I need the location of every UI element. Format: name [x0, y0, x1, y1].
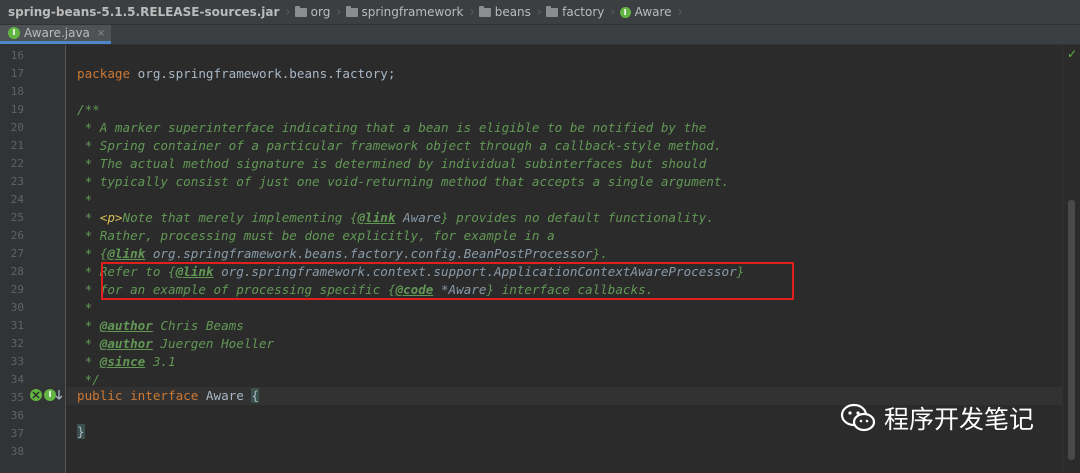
matched-brace: { [251, 388, 260, 403]
breadcrumb-beans[interactable]: beans [478, 0, 531, 24]
implemented-marker-icon[interactable] [29, 388, 43, 402]
breadcrumb-aware-label: Aware [634, 5, 672, 19]
line-number: 30 [10, 301, 24, 314]
breadcrumb-separator-icon: › [610, 4, 616, 20]
matched-brace: } [77, 424, 85, 439]
breadcrumb-jar[interactable]: spring-beans-5.1.5.RELEASE-sources.jar [0, 0, 279, 24]
breadcrumb-separator-icon: › [677, 4, 683, 20]
code-line-32: * @author Juergen Hoeller [77, 336, 275, 351]
interface-icon: I [8, 27, 20, 39]
line-number: 25 [10, 211, 24, 224]
breadcrumb-factory[interactable]: factory [546, 0, 604, 24]
breadcrumb-bar: spring-beans-5.1.5.RELEASE-sources.jar ›… [0, 0, 1080, 25]
code-line-30: * [77, 300, 93, 315]
line-number: 20 [10, 121, 24, 134]
line-number: 22 [10, 157, 24, 170]
close-icon[interactable]: × [97, 28, 105, 39]
line-number: 23 [10, 175, 24, 188]
editor-tab-bar: I Aware.java × [0, 25, 1080, 45]
line-number: 19 [10, 103, 24, 116]
line-number-gutter: 16 17 18 19 20 21 22 23 24 25 26 27 28 2… [0, 45, 76, 473]
breadcrumb-springframework[interactable]: springframework [345, 0, 464, 24]
breadcrumb-beans-label: beans [494, 5, 531, 19]
breadcrumb-springframework-label: springframework [361, 5, 464, 19]
line-number: 24 [10, 193, 24, 206]
scrollbar-thumb[interactable] [1068, 200, 1075, 460]
code-line-26: * Rather, processing must be done explic… [77, 228, 555, 243]
breadcrumb-org[interactable]: org [294, 0, 331, 24]
code-line-20: * A marker superinterface indicating tha… [77, 120, 707, 135]
code-line-25: * <p>Note that merely implementing {@lin… [77, 210, 714, 225]
annotation-highlight-box [101, 262, 794, 300]
code-line-17: package org.springframework.beans.factor… [77, 66, 396, 81]
interface-icon: I [619, 6, 631, 18]
breadcrumb-separator-icon: › [536, 4, 543, 20]
breadcrumb-jar-label: spring-beans-5.1.5.RELEASE-sources.jar [8, 5, 280, 19]
line-number: 33 [10, 355, 24, 368]
line-number: 36 [10, 409, 24, 422]
code-line-24: * [77, 192, 93, 207]
folder-icon [294, 5, 307, 17]
line-number: 37 [10, 427, 24, 440]
code-line-33: * @since 3.1 [77, 354, 176, 369]
line-number: 35 [10, 391, 24, 404]
code-line-19: /** [77, 102, 100, 117]
code-line-27: * {@link org.springframework.beans.facto… [77, 246, 608, 261]
code-line-35: public interface Aware { [77, 388, 260, 403]
line-number: 17 [10, 67, 24, 80]
folder-icon [546, 5, 559, 17]
watermark: 程序开发笔记 [840, 400, 1034, 436]
tab-aware-java[interactable]: I Aware.java × [0, 25, 112, 44]
line-number: 31 [10, 319, 24, 332]
line-number: 21 [10, 139, 24, 152]
breadcrumb-factory-label: factory [562, 5, 605, 19]
line-number: 38 [10, 445, 24, 458]
breadcrumb-separator-icon: › [336, 4, 342, 20]
folder-icon [478, 5, 491, 17]
code-line-23: * typically consist of just one void-ret… [77, 174, 730, 189]
code-line-31: * @author Chris Beams [77, 318, 244, 333]
line-number: 27 [10, 247, 24, 260]
folder-icon [345, 5, 358, 17]
breadcrumb-separator-icon: › [285, 4, 291, 20]
inspection-ok-icon[interactable]: ✓ [1067, 47, 1077, 61]
tab-label: Aware.java [24, 26, 90, 40]
line-number: 34 [10, 373, 24, 386]
breadcrumb-aware[interactable]: I Aware [619, 0, 672, 24]
code-line-21: * Spring container of a particular frame… [77, 138, 722, 153]
line-number: 28 [10, 265, 24, 278]
wechat-icon [840, 403, 876, 432]
line-number: 16 [10, 49, 24, 62]
breadcrumb-separator-icon: › [469, 4, 475, 20]
vertical-scrollbar[interactable]: ✓ [1062, 45, 1080, 473]
line-number: 29 [10, 283, 24, 296]
line-number: 32 [10, 337, 24, 350]
line-number: 26 [10, 229, 24, 242]
watermark-text: 程序开发笔记 [884, 405, 1035, 434]
line-number: 18 [10, 85, 24, 98]
code-line-22: * The actual method signature is determi… [77, 156, 707, 171]
has-implementations-icon[interactable] [44, 388, 64, 402]
breadcrumb-org-label: org [310, 5, 331, 19]
code-line-37: } [77, 423, 85, 441]
